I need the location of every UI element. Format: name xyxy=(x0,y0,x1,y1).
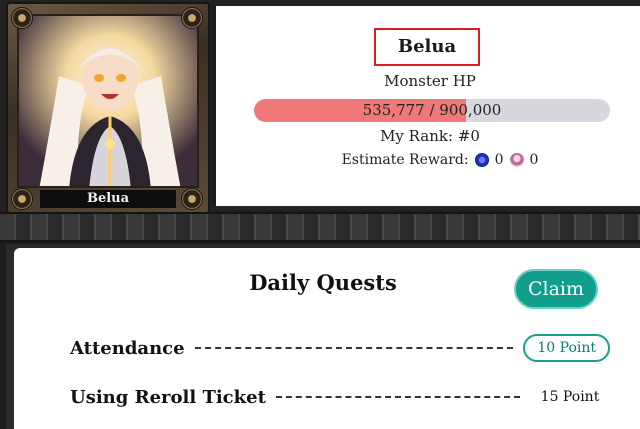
card-name-label: Belua xyxy=(40,190,176,208)
quest-divider xyxy=(194,347,514,349)
card-corner-ornament-icon xyxy=(11,188,33,210)
blue-coin-icon xyxy=(474,153,489,167)
monster-hp-bar: 535,777 / 900,000 xyxy=(254,99,610,122)
quest-name: Attendance xyxy=(70,337,185,359)
quest-row: Attendance 10 Point xyxy=(70,332,610,364)
quest-divider xyxy=(275,396,520,398)
claim-button[interactable]: Claim xyxy=(514,269,598,309)
quest-points-badge: 15 Point xyxy=(540,389,600,405)
card-corner-ornament-icon xyxy=(181,7,203,29)
reward-avatar-value: 0 xyxy=(529,152,539,168)
monster-hp-label: Monster HP xyxy=(384,72,476,90)
quest-points-badge[interactable]: 10 Point xyxy=(523,334,610,362)
monster-card-art xyxy=(17,14,199,188)
estimate-reward: Estimate Reward: 0 0 xyxy=(300,152,580,168)
card-corner-ornament-icon xyxy=(11,7,33,29)
monster-hp-text: 535,777 / 900,000 xyxy=(362,101,502,119)
quest-name: Using Reroll Ticket xyxy=(70,386,266,408)
quest-row: Using Reroll Ticket 15 Point xyxy=(70,381,610,413)
my-rank-text: My Rank: #0 xyxy=(380,127,480,145)
estimate-reward-label: Estimate Reward: xyxy=(341,152,469,168)
stone-divider xyxy=(0,212,640,242)
reward-coin-value: 0 xyxy=(494,152,504,168)
monster-name: Belua xyxy=(374,28,480,66)
card-corner-ornament-icon xyxy=(181,188,203,210)
daily-quests-title: Daily Quests xyxy=(249,270,397,295)
character-avatar-icon xyxy=(509,153,524,167)
